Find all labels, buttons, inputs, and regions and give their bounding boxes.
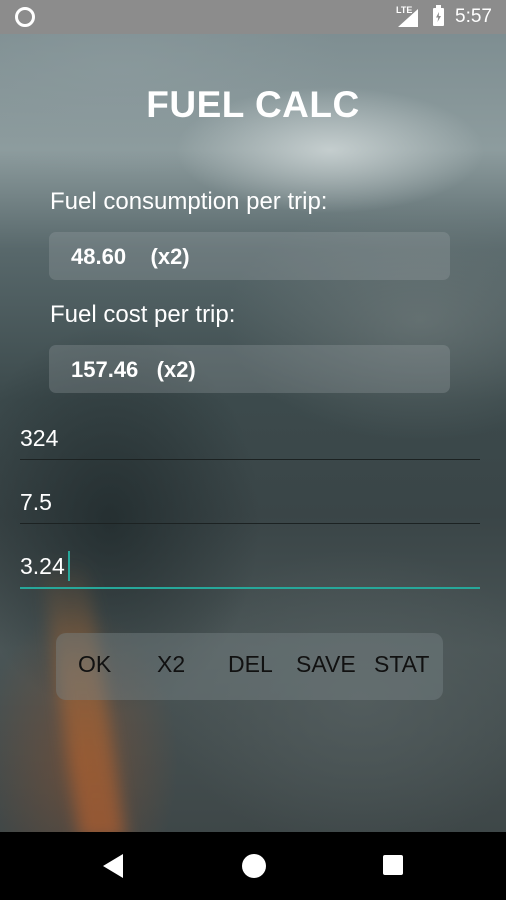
home-icon[interactable]: [242, 854, 266, 878]
x2-button[interactable]: X2: [157, 651, 185, 678]
price-input[interactable]: [20, 547, 480, 585]
distance-field-container: [20, 419, 480, 460]
ok-button[interactable]: OK: [78, 651, 111, 678]
circle-indicator-icon: [15, 7, 35, 27]
cost-label: Fuel cost per trip:: [50, 301, 236, 328]
price-field-container: [20, 547, 480, 589]
text-cursor: [68, 551, 70, 581]
navigation-bar: [0, 832, 506, 900]
delete-button[interactable]: DEL: [228, 651, 273, 678]
signal-icon: [398, 9, 418, 27]
consumption-rate-field-container: [20, 483, 480, 524]
stat-button[interactable]: STAT: [374, 651, 429, 678]
consumption-label: Fuel consumption per trip:: [50, 188, 328, 215]
consumption-rate-input[interactable]: [20, 483, 480, 521]
consumption-result: 48.60 (x2): [49, 232, 450, 280]
back-icon[interactable]: [103, 854, 123, 878]
app-title: FUEL CALC: [146, 84, 360, 125]
save-button[interactable]: SAVE: [296, 651, 356, 678]
clock: 5:57: [455, 6, 492, 27]
app-screen: LTE 5:57 FUEL CALC Fuel consumption per …: [0, 0, 506, 900]
cost-result: 157.46 (x2): [49, 345, 450, 393]
recent-apps-icon[interactable]: [383, 855, 403, 875]
status-bar: LTE 5:57: [0, 0, 506, 34]
battery-charging-icon: [433, 5, 444, 26]
distance-input[interactable]: [20, 419, 480, 457]
action-button-bar: OK X2 DEL SAVE STAT: [56, 633, 443, 700]
